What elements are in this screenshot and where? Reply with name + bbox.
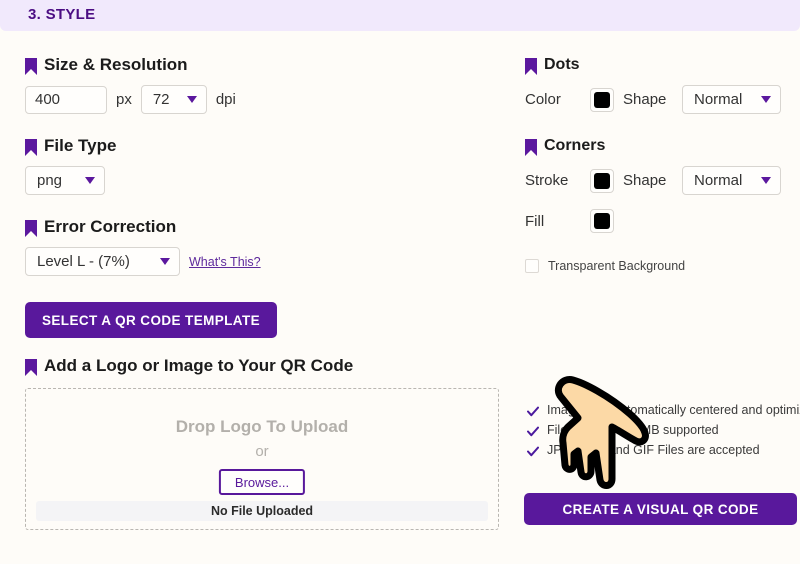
feature-item-label: JPG, PNG and GIF Files are accepted: [547, 443, 760, 457]
dots-color-chip: [594, 92, 610, 108]
corners-shape-select[interactable]: Normal: [682, 166, 781, 195]
bookmark-icon: [25, 139, 37, 156]
dots-heading-label: Dots: [544, 55, 580, 75]
template-button-row: SELECT A QR CODE TEMPLATE: [25, 302, 505, 338]
feature-item-label: Images are automatically centered and op…: [547, 403, 800, 417]
feature-item: Images are automatically centered and op…: [527, 403, 800, 423]
select-qr-template-button[interactable]: SELECT A QR CODE TEMPLATE: [25, 302, 277, 338]
size-unit-label: px: [116, 91, 132, 108]
chevron-down-icon: [85, 177, 95, 184]
transparent-background-row[interactable]: Transparent Background: [525, 259, 800, 273]
size-input[interactable]: [25, 86, 107, 114]
step-title: 3. STYLE: [28, 6, 95, 23]
check-icon: [527, 426, 539, 438]
error-correction-heading: Error Correction: [25, 217, 505, 237]
dots-color-swatch[interactable]: [590, 88, 614, 112]
corners-stroke-swatch[interactable]: [590, 169, 614, 193]
whats-this-link[interactable]: What's This?: [189, 255, 261, 269]
file-type-select[interactable]: png: [25, 166, 105, 195]
dots-color-label: Color: [525, 91, 581, 108]
corners-shape-select-value: Normal: [694, 172, 742, 189]
chevron-down-icon: [160, 258, 170, 265]
error-correction-heading-label: Error Correction: [44, 217, 176, 237]
dots-heading: Dots: [525, 55, 800, 75]
bookmark-icon: [25, 58, 37, 75]
right-column: Dots Color Shape Normal Corners Stroke S…: [525, 55, 800, 273]
left-column: Size & Resolution px 72 dpi File Type pn…: [25, 55, 505, 530]
transparent-background-label: Transparent Background: [548, 259, 685, 273]
size-resolution-heading-label: Size & Resolution: [44, 55, 188, 75]
file-upload-status: No File Uploaded: [36, 501, 488, 521]
feature-list: Images are automatically centered and op…: [527, 403, 800, 463]
logo-upload-heading-label: Add a Logo or Image to Your QR Code: [44, 356, 353, 376]
logo-dropzone[interactable]: Drop Logo To Upload or Browse... No File…: [25, 388, 499, 530]
file-type-heading-label: File Type: [44, 136, 116, 156]
error-correction-select-value: Level L - (7%): [37, 253, 130, 270]
create-button-row: CREATE A VISUAL QR CODE: [524, 493, 797, 525]
error-correction-row: Level L - (7%) What's This?: [25, 247, 505, 276]
corners-heading-label: Corners: [544, 136, 605, 156]
feature-item: File sizes up to 2MB supported: [527, 423, 800, 443]
chevron-down-icon: [187, 96, 197, 103]
corners-heading: Corners: [525, 136, 800, 156]
bookmark-icon: [25, 359, 37, 376]
dots-shape-select-value: Normal: [694, 91, 742, 108]
browse-button[interactable]: Browse...: [219, 469, 305, 495]
corners-fill-chip: [594, 213, 610, 229]
dropzone-title: Drop Logo To Upload: [26, 417, 498, 437]
corners-fill-swatch[interactable]: [590, 209, 614, 233]
error-correction-select[interactable]: Level L - (7%): [25, 247, 180, 276]
corners-stroke-row: Stroke Shape Normal: [525, 166, 800, 195]
dots-color-row: Color Shape Normal: [525, 85, 800, 114]
check-icon: [527, 446, 539, 458]
chevron-down-icon: [761, 96, 771, 103]
file-type-row: png: [25, 166, 505, 195]
check-icon: [527, 406, 539, 418]
corners-stroke-label: Stroke: [525, 172, 581, 189]
feature-item-label: File sizes up to 2MB supported: [547, 423, 719, 437]
dpi-select-value: 72: [153, 91, 170, 108]
file-type-heading: File Type: [25, 136, 505, 156]
logo-upload-heading: Add a Logo or Image to Your QR Code: [25, 356, 505, 376]
step-header-band: 3. STYLE: [0, 0, 800, 31]
chevron-down-icon: [761, 177, 771, 184]
file-type-select-value: png: [37, 172, 62, 189]
corners-fill-row: Fill: [525, 209, 800, 233]
corners-stroke-chip: [594, 173, 610, 189]
dpi-select[interactable]: 72: [141, 85, 207, 114]
bookmark-icon: [25, 220, 37, 237]
dpi-unit-label: dpi: [216, 91, 236, 108]
dots-shape-select[interactable]: Normal: [682, 85, 781, 114]
create-visual-qr-code-button[interactable]: CREATE A VISUAL QR CODE: [524, 493, 797, 525]
dots-shape-label: Shape: [623, 91, 673, 108]
size-resolution-heading: Size & Resolution: [25, 55, 505, 75]
size-resolution-row: px 72 dpi: [25, 85, 505, 114]
corners-shape-label: Shape: [623, 172, 673, 189]
bookmark-icon: [525, 139, 537, 156]
transparent-background-checkbox[interactable]: [525, 259, 539, 273]
corners-fill-label: Fill: [525, 213, 581, 230]
dropzone-or-text: or: [26, 443, 498, 460]
bookmark-icon: [525, 58, 537, 75]
feature-item: JPG, PNG and GIF Files are accepted: [527, 443, 800, 463]
